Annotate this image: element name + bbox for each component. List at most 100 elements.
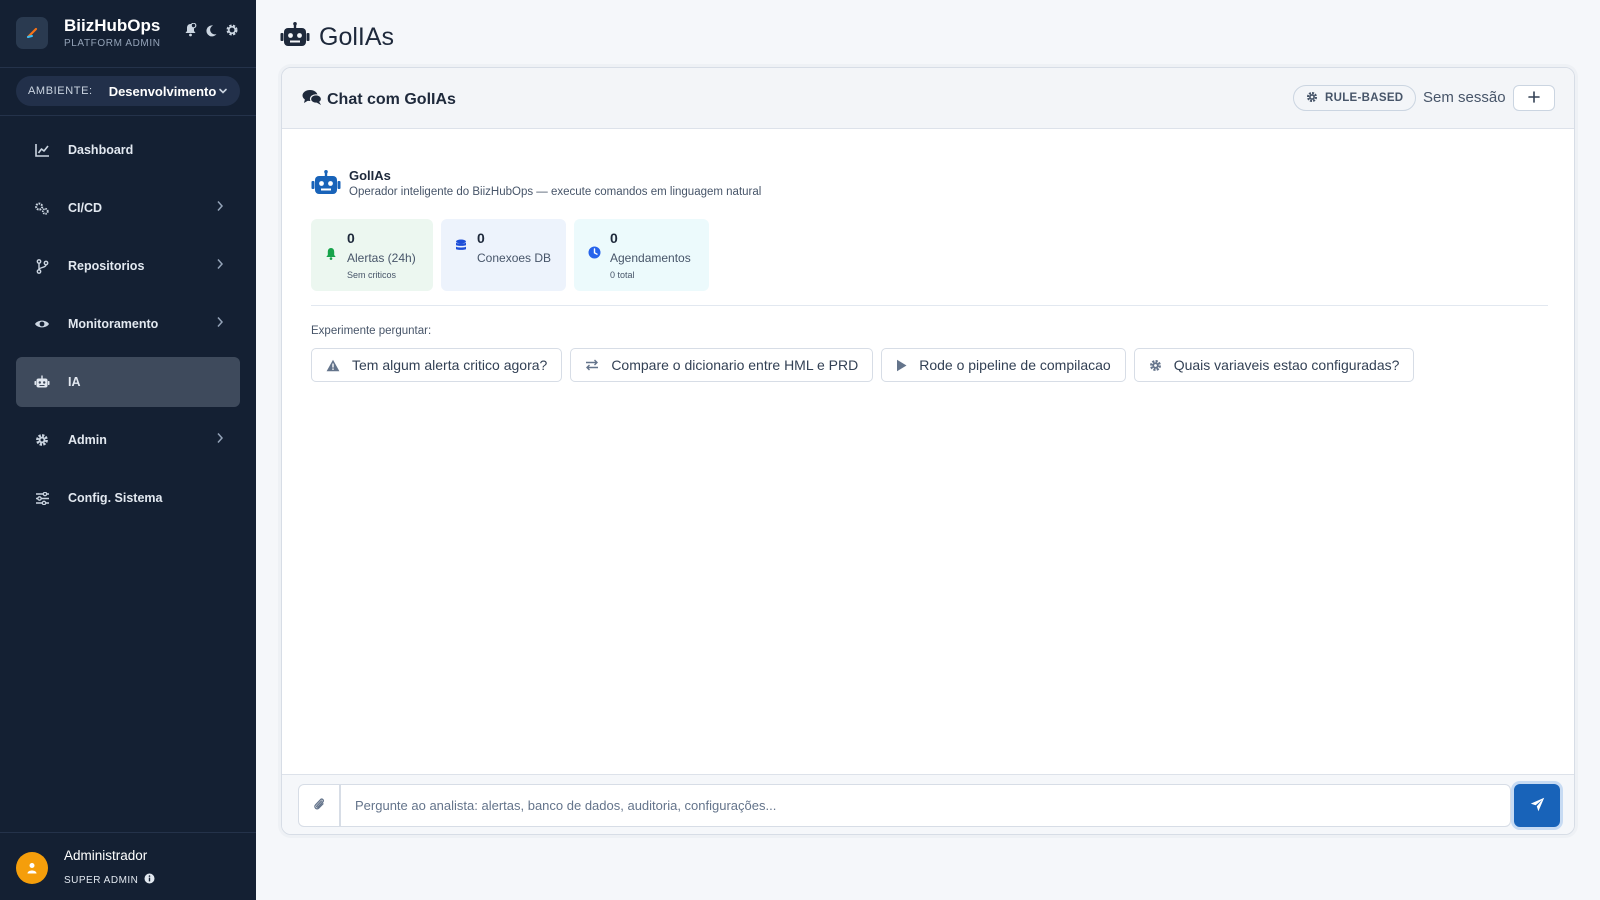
stat-label: Conexoes DB [477, 251, 552, 265]
chevron-right-icon [216, 258, 224, 270]
chat-title: Chat com GolIAs [302, 89, 456, 111]
page-title-text: GolIAs [319, 23, 395, 51]
suggestion-button[interactable]: Quais variaveis estao configuradas? [1133, 348, 1415, 382]
stat-value: 0 [347, 230, 355, 246]
user-role-label: SUPER ADMIN [64, 874, 139, 886]
brand-logo-icon[interactable] [16, 17, 48, 49]
sidebar-item-repositorios[interactable]: Repositorios [16, 241, 240, 291]
gear-icon [34, 432, 50, 448]
chevron-right-icon [216, 200, 224, 212]
brand-subtitle: PLATFORM ADMIN [64, 38, 161, 49]
code-branch-icon [34, 258, 50, 274]
sidebar-item-label: CI/CD [68, 201, 103, 215]
comments-icon [302, 89, 323, 111]
eye-icon [34, 316, 50, 332]
suggestion-button[interactable]: Rode o pipeline de compilacao [881, 348, 1126, 382]
user-role: SUPER ADMIN [64, 873, 155, 887]
gears-icon [34, 200, 50, 216]
sidebar-item-ia[interactable]: IA [16, 357, 240, 407]
sidebar-item-label: Dashboard [68, 143, 134, 157]
environment-selector[interactable]: AMBIENTE: Desenvolvimento [16, 76, 240, 106]
stat-value: 0 [477, 230, 485, 246]
suggestion-label: Quais variaveis estao configuradas? [1173, 357, 1400, 373]
brand-name: BiizHubOps [64, 16, 161, 35]
session-status: Sem sessão [1423, 89, 1506, 106]
mode-badge-label: RULE-BASED [1325, 92, 1404, 104]
sidebar: BiizHubOps PLATFORM ADMIN AMBIENTE: Dese… [0, 0, 256, 900]
sidebar-item-dashboard[interactable]: Dashboard [16, 125, 240, 175]
chat-input-bar [282, 774, 1574, 834]
sidebar-item-label: Admin [68, 433, 107, 447]
robot-icon [34, 374, 50, 390]
sidebar-item-monitoramento[interactable]: Monitoramento [16, 299, 240, 349]
stat-sub: 0 total [610, 270, 635, 280]
suggestion-label: Tem algum alerta critico agora? [352, 357, 548, 373]
sidebar-item-label: IA [68, 375, 81, 389]
page-title: GolIAs [280, 22, 394, 53]
sidebar-item-cicd[interactable]: CI/CD [16, 183, 240, 233]
new-session-button[interactable] [1513, 85, 1555, 111]
suggestion-label: Rode o pipeline de compilacao [919, 357, 1111, 373]
sidebar-divider [0, 67, 256, 68]
mode-badge[interactable]: RULE-BASED [1293, 85, 1417, 111]
suggestion-button[interactable]: Compare o dicionario entre HML e PRD [570, 348, 874, 382]
moon-icon[interactable] [203, 22, 219, 38]
chevron-down-icon [218, 86, 228, 96]
bell-icon [325, 247, 337, 265]
attach-button[interactable] [298, 784, 340, 827]
stat-label: Alertas (24h) [347, 251, 416, 265]
stat-conexoes-db[interactable]: 0 Conexoes DB [441, 219, 566, 291]
sidebar-divider [0, 115, 256, 116]
sidebar-item-admin[interactable]: Admin [16, 415, 240, 465]
robot-icon [280, 22, 310, 53]
agent-name: GolIAs [349, 168, 391, 183]
settings-gear-icon[interactable] [224, 22, 240, 38]
send-button[interactable] [1514, 784, 1560, 827]
sidebar-item-label: Monitoramento [68, 317, 159, 331]
environment-label: AMBIENTE: [28, 85, 93, 97]
info-icon[interactable] [144, 873, 155, 887]
chart-line-icon [34, 142, 50, 158]
chat-input[interactable] [340, 784, 1511, 827]
divider [311, 305, 1548, 306]
agent-description: Operador inteligente do BiizHubOps — exe… [349, 186, 762, 198]
paper-plane-icon [1530, 797, 1545, 815]
avatar[interactable] [16, 852, 48, 884]
user-name: Administrador [64, 848, 148, 863]
chevron-right-icon [216, 432, 224, 444]
stat-agendamentos[interactable]: 0 Agendamentos 0 total [574, 219, 709, 291]
suggestion-button[interactable]: Tem algum alerta critico agora? [311, 348, 563, 382]
stat-value: 0 [610, 230, 618, 246]
sidebar-item-label: Config. Sistema [68, 491, 163, 505]
user-profile[interactable]: Administrador SUPER ADMIN [16, 844, 240, 888]
arrows-swap-icon [585, 359, 599, 371]
brand: BiizHubOps PLATFORM ADMIN [16, 16, 240, 52]
chat-card: Chat com GolIAs RULE-BASED Sem sessão Go… [281, 67, 1575, 835]
warning-icon [326, 359, 340, 372]
suggestions: Tem algum alerta critico agora? Compare … [311, 348, 1415, 382]
suggestions-label: Experimente perguntar: [311, 325, 432, 337]
stat-sub: Sem criticos [347, 270, 397, 280]
chat-title-text: Chat com GolIAs [327, 91, 456, 108]
chat-header: Chat com GolIAs RULE-BASED Sem sessão [282, 68, 1574, 129]
clock-icon [588, 246, 601, 264]
gear-icon [1306, 91, 1318, 106]
sidebar-item-config-sistema[interactable]: Config. Sistema [16, 473, 240, 523]
bell-icon[interactable] [182, 22, 198, 38]
brand-actions [182, 22, 240, 38]
robot-icon [311, 170, 341, 201]
sidebar-nav: Dashboard CI/CD Repositorios Monitoramen… [16, 125, 240, 531]
plus-icon [1528, 90, 1540, 106]
paperclip-icon [313, 797, 325, 814]
stat-label: Agendamentos [610, 251, 691, 265]
stat-alertas[interactable]: 0 Alertas (24h) Sem criticos [311, 219, 433, 291]
sliders-icon [34, 490, 50, 506]
environment-value: Desenvolvimento [108, 83, 217, 99]
gear-icon [1149, 359, 1162, 372]
sidebar-divider [0, 832, 256, 833]
database-icon [455, 239, 467, 258]
play-icon [896, 359, 907, 372]
sidebar-item-label: Repositorios [68, 259, 145, 273]
suggestion-label: Compare o dicionario entre HML e PRD [611, 357, 859, 373]
chevron-right-icon [216, 316, 224, 328]
